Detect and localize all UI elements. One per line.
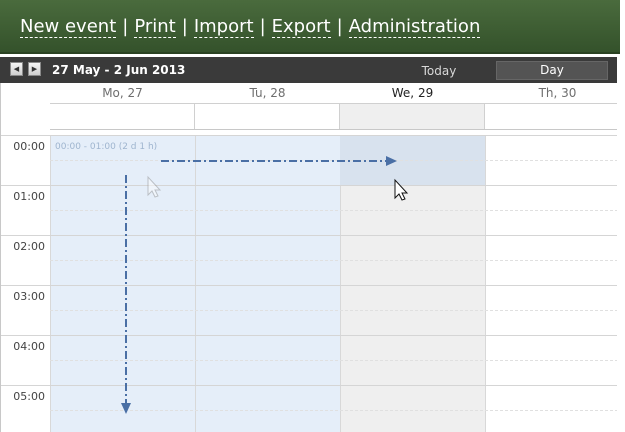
vertical-drag-arrow [121, 175, 131, 414]
calendar-grid: Mo, 27 Tu, 28 We, 29 Th, 30 00:00 01:00 … [0, 83, 617, 432]
today-button[interactable]: Today [411, 62, 467, 80]
day-view-button[interactable]: Day [496, 61, 608, 80]
previous-week-button[interactable]: ◀ [10, 62, 23, 76]
menu-print[interactable]: Print [134, 16, 176, 38]
drag-arrows [121, 156, 409, 414]
next-week-button[interactable]: ▶ [28, 62, 41, 76]
menu-separator: | [336, 16, 343, 37]
date-range-label: 27 May - 2 Jun 2013 [52, 63, 186, 77]
menu-new-event[interactable]: New event [20, 16, 117, 38]
calendar-toolbar: ◀ ▶ 27 May - 2 Jun 2013 Today Day [0, 57, 617, 83]
menu-separator: | [122, 16, 129, 37]
menu-import[interactable]: Import [193, 16, 254, 38]
horizontal-drag-arrow [161, 156, 397, 166]
arrow-pointer-icon [147, 175, 162, 198]
menu-separator: | [259, 16, 266, 37]
chevron-left-icon: ◀ [13, 65, 20, 73]
arrow-pointer-icon [394, 178, 409, 201]
main-menu-bar: New event | Print | Import | Export | Administra… [0, 0, 620, 54]
menu-export[interactable]: Export [271, 16, 331, 38]
chevron-right-icon: ▶ [31, 65, 38, 73]
menu-administration[interactable]: Administration [348, 16, 481, 38]
menu-separator: | [181, 16, 188, 37]
